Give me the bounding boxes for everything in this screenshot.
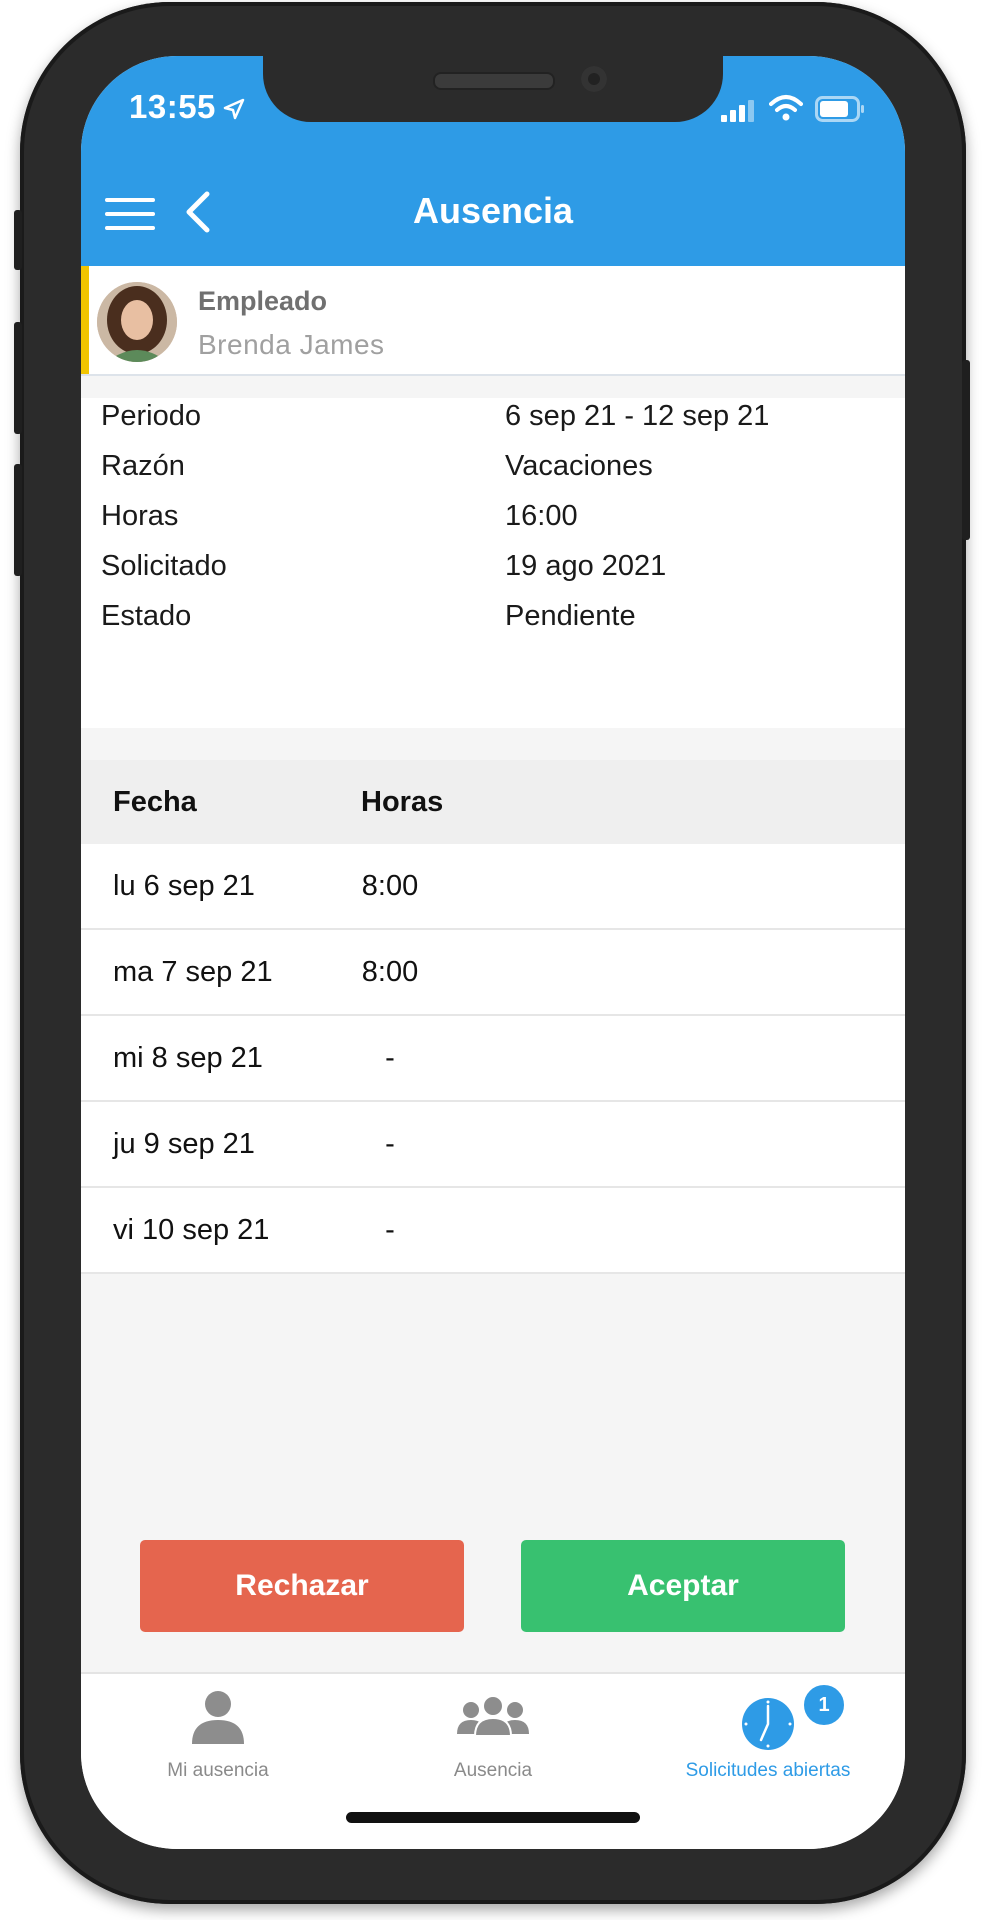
table-row: ma 7 sep 21 8:00 xyxy=(81,930,905,1016)
location-arrow-icon xyxy=(223,98,245,120)
employee-name: Brenda James xyxy=(198,329,385,360)
volume-down-button xyxy=(14,464,22,576)
employee-accent-bar xyxy=(81,266,89,374)
person-icon xyxy=(192,1691,244,1744)
row-hours: - xyxy=(385,1128,395,1160)
row-date: lu 6 sep 21 xyxy=(113,870,255,902)
wifi-icon xyxy=(769,95,803,121)
row-hours: 8:00 xyxy=(361,956,419,988)
detail-key: Estado xyxy=(101,600,192,632)
accept-button[interactable]: Aceptar xyxy=(521,1540,845,1632)
table-row: ju 9 sep 21 - xyxy=(81,1102,905,1188)
group-icon xyxy=(457,1695,529,1737)
detail-value: 19 ago 2021 xyxy=(505,550,667,582)
detail-value: 6 sep 21 - 12 sep 21 xyxy=(505,400,770,432)
tab-my-absence[interactable]: Mi ausencia xyxy=(81,1674,355,1794)
column-header-hours: Horas xyxy=(361,786,444,818)
row-date: ma 7 sep 21 xyxy=(113,956,273,988)
column-header-date: Fecha xyxy=(113,786,197,818)
table-row: lu 6 sep 21 8:00 xyxy=(81,844,905,930)
tab-open-requests[interactable]: 1 Solicitudes abiertas xyxy=(631,1674,905,1794)
table-row: mi 8 sep 21 - xyxy=(81,1016,905,1102)
front-camera xyxy=(581,66,607,92)
tab-label: Ausencia xyxy=(453,1760,533,1781)
home-indicator xyxy=(346,1812,640,1823)
row-hours: 8:00 xyxy=(361,870,419,902)
status-time: 13:55 xyxy=(129,88,216,125)
avatar xyxy=(97,282,177,362)
table-header: Fecha Horas xyxy=(81,760,905,844)
detail-value: 16:00 xyxy=(505,500,578,532)
tab-label: Mi ausencia xyxy=(167,1760,269,1781)
detail-key: Solicitado xyxy=(101,550,227,582)
employee-label: Empleado xyxy=(198,286,328,316)
reject-button[interactable]: Rechazar xyxy=(140,1540,464,1632)
clock-icon xyxy=(742,1698,794,1750)
detail-row-status: Estado Pendiente xyxy=(101,600,891,662)
detail-key: Periodo xyxy=(101,400,201,432)
page-title: Ausencia xyxy=(412,190,574,231)
row-date: mi 8 sep 21 xyxy=(113,1042,263,1074)
battery-icon xyxy=(815,96,864,122)
table-row: vi 10 sep 21 - xyxy=(81,1188,905,1274)
notification-badge: 1 xyxy=(801,1682,847,1728)
mute-switch xyxy=(14,210,22,270)
employee-card: Empleado Brenda James xyxy=(81,266,905,376)
detail-key: Horas xyxy=(101,500,179,532)
app-screen: 13:55 Ausencia Empleado Brenda James Per… xyxy=(81,56,905,1849)
cellular-signal-icon xyxy=(721,100,754,122)
detail-value: Pendiente xyxy=(505,600,636,632)
volume-up-button xyxy=(14,322,22,434)
tab-label: Solicitudes abiertas xyxy=(685,1760,851,1781)
row-hours: - xyxy=(385,1042,395,1074)
row-date: vi 10 sep 21 xyxy=(113,1214,270,1246)
detail-key: Razón xyxy=(101,450,185,482)
power-button xyxy=(962,360,970,540)
detail-value: Vacaciones xyxy=(505,450,653,482)
absence-details: Periodo 6 sep 21 - 12 sep 21 Razón Vacac… xyxy=(81,398,905,728)
speaker-grille xyxy=(433,72,555,90)
row-hours: - xyxy=(385,1214,395,1246)
tab-absence[interactable]: Ausencia xyxy=(356,1674,630,1794)
row-date: ju 9 sep 21 xyxy=(113,1128,255,1160)
notch xyxy=(263,56,723,122)
